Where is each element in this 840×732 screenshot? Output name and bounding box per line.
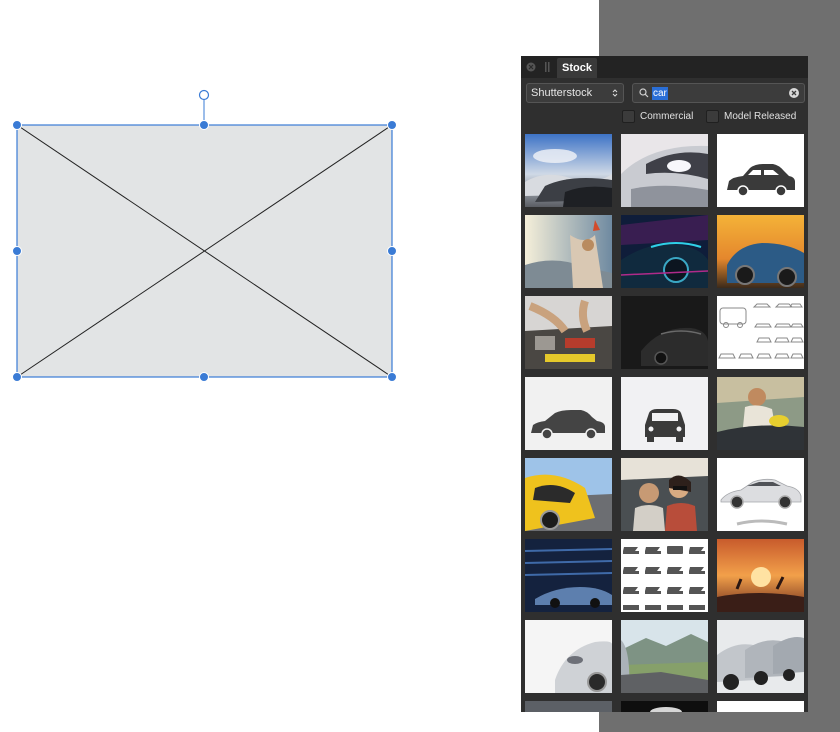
stock-thumbnail[interactable] (525, 134, 612, 207)
stock-thumbnail[interactable] (525, 539, 612, 612)
car-headlight-closeup-photo (621, 134, 708, 207)
resize-handle-top-left[interactable] (12, 120, 22, 130)
stock-thumbnail[interactable] (621, 620, 708, 693)
search-input-value[interactable]: car (652, 87, 668, 100)
close-panel-icon[interactable] (526, 62, 536, 72)
car-front-icon (621, 377, 708, 450)
stock-thumbnail[interactable] (525, 377, 612, 450)
car-icons-grid (621, 539, 708, 612)
model-released-checkbox[interactable] (706, 110, 719, 123)
stock-thumbnail[interactable] (717, 620, 804, 693)
stock-thumbnail[interactable] (621, 296, 708, 369)
stock-source-value: Shutterstock (531, 87, 593, 99)
resize-handle-right[interactable] (387, 246, 397, 256)
stock-search-field[interactable]: car (632, 83, 805, 103)
drag-grip-icon[interactable] (545, 62, 551, 72)
stock-thumbnail[interactable] (717, 458, 804, 531)
stock-thumbnail[interactable] (717, 134, 804, 207)
resize-handle-left[interactable] (12, 246, 22, 256)
cars-dealership-row-photo (717, 620, 804, 693)
stock-thumbnail[interactable] (621, 215, 708, 288)
stock-thumbnail[interactable] (525, 296, 612, 369)
commercial-label: Commercial (640, 111, 694, 122)
car-silhouette-icon-side (525, 377, 612, 450)
stock-thumbnail[interactable] (525, 701, 612, 712)
car-mountain-road-photo (621, 620, 708, 693)
stock-thumbnail[interactable] (717, 377, 804, 450)
partial-thumbnail (621, 701, 708, 712)
yellow-car-road-photo (525, 458, 612, 531)
tab-stock[interactable]: Stock (557, 58, 597, 78)
up-down-chevron-icon (612, 89, 618, 97)
car-outline-icons-set (717, 296, 804, 369)
partial-thumbnail (525, 701, 612, 712)
stock-results-grid (525, 134, 808, 712)
blue-car-sunset-photo (717, 215, 804, 288)
commercial-filter[interactable]: Commercial (622, 110, 702, 124)
stock-thumbnail[interactable] (717, 701, 804, 712)
stock-thumbnail[interactable] (621, 539, 708, 612)
model-released-filter[interactable]: Model Released (706, 110, 806, 124)
search-icon (639, 88, 649, 98)
clear-search-icon[interactable] (789, 88, 799, 98)
stock-thumbnail[interactable] (717, 296, 804, 369)
car-silhouette-icon (717, 134, 804, 207)
stock-thumbnail[interactable] (621, 377, 708, 450)
commercial-checkbox[interactable] (622, 110, 635, 123)
resize-handle-bottom-right[interactable] (387, 372, 397, 382)
woman-in-car-sunset-photo (525, 215, 612, 288)
resize-handle-top[interactable] (199, 120, 209, 130)
stock-thumbnail[interactable] (717, 215, 804, 288)
resize-handle-top-right[interactable] (387, 120, 397, 130)
stock-thumbnail[interactable] (525, 620, 612, 693)
cars-parked-row-photo (525, 134, 612, 207)
dark-sports-car-neon-photo (621, 215, 708, 288)
couple-driving-car-photo (621, 458, 708, 531)
stock-thumbnail[interactable] (525, 215, 612, 288)
model-released-label: Model Released (724, 111, 797, 122)
stock-source-select[interactable]: Shutterstock (526, 83, 624, 103)
friends-car-sunset-photo (717, 539, 804, 612)
partial-thumbnail (717, 701, 804, 712)
white-car-front-photo (525, 620, 612, 693)
black-car-dark-photo (621, 296, 708, 369)
stock-thumbnail[interactable] (525, 458, 612, 531)
man-washing-car-photo (717, 377, 804, 450)
panel-tab-bar: Stock (521, 56, 808, 78)
stock-thumbnail[interactable] (717, 539, 804, 612)
car-motion-blur-photo (525, 539, 612, 612)
stock-panel: Stock Shutterstock car Commercial Model … (521, 56, 808, 712)
stock-thumbnail[interactable] (621, 134, 708, 207)
stock-thumbnail[interactable] (621, 701, 708, 712)
rotation-handle[interactable] (198, 89, 210, 101)
resize-handle-bottom-left[interactable] (12, 372, 22, 382)
resize-handle-bottom[interactable] (199, 372, 209, 382)
white-sedan-photo (717, 458, 804, 531)
stock-thumbnail[interactable] (621, 458, 708, 531)
mechanic-engine-repair-photo (525, 296, 612, 369)
